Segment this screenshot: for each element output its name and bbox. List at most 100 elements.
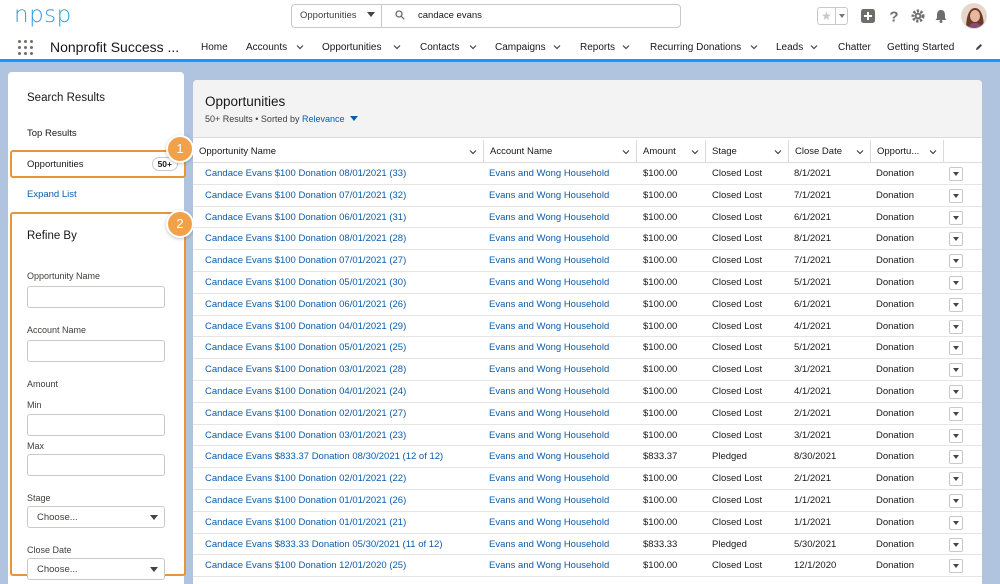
- chevron-down-icon[interactable]: [553, 43, 561, 51]
- row-actions-button[interactable]: [949, 472, 963, 487]
- chevron-down-icon[interactable]: [750, 43, 758, 51]
- chevron-down-icon[interactable]: [622, 43, 630, 51]
- amount-min-field[interactable]: [27, 414, 165, 436]
- account-name-link[interactable]: Evans and Wong Household: [489, 408, 609, 419]
- sort-field-button[interactable]: Relevance: [302, 114, 358, 124]
- opportunity-name-link[interactable]: Candace Evans $100 Donation 02/01/2021 (…: [205, 408, 406, 419]
- account-name-link[interactable]: Evans and Wong Household: [489, 190, 609, 201]
- column-header-stage[interactable]: Stage: [706, 140, 789, 163]
- chevron-down-icon[interactable]: [393, 43, 401, 51]
- stage-select[interactable]: Choose...: [27, 506, 165, 528]
- account-name-link[interactable]: Evans and Wong Household: [489, 560, 609, 571]
- account-name-link[interactable]: Evans and Wong Household: [489, 386, 609, 397]
- bell-icon[interactable]: [933, 8, 949, 24]
- row-actions-button[interactable]: [949, 297, 963, 312]
- nav-item-accounts[interactable]: Accounts: [246, 42, 287, 53]
- nav-item-leads[interactable]: Leads: [776, 42, 803, 53]
- account-name-link[interactable]: Evans and Wong Household: [489, 233, 609, 244]
- app-launcher-icon[interactable]: [18, 40, 34, 56]
- account-name-link[interactable]: Evans and Wong Household: [489, 451, 609, 462]
- account-name-link[interactable]: Evans and Wong Household: [489, 517, 609, 528]
- opportunity-name-link[interactable]: Candace Evans $833.33 Donation 05/30/202…: [205, 539, 443, 550]
- account-name-link[interactable]: Evans and Wong Household: [489, 277, 609, 288]
- opportunity-name-link[interactable]: Candace Evans $100 Donation 08/01/2021 (…: [205, 168, 406, 179]
- gear-icon[interactable]: [910, 8, 926, 24]
- account-name-link[interactable]: Evans and Wong Household: [489, 495, 609, 506]
- opportunity-name-link[interactable]: Candace Evans $100 Donation 01/01/2021 (…: [205, 517, 406, 528]
- account-name-link[interactable]: Evans and Wong Household: [489, 430, 609, 441]
- row-actions-button[interactable]: [949, 363, 963, 378]
- close-date-select[interactable]: Choose...: [27, 558, 165, 580]
- chevron-down-icon[interactable]: [296, 43, 304, 51]
- account-name-link[interactable]: Evans and Wong Household: [489, 342, 609, 353]
- account-name-link[interactable]: Evans and Wong Household: [489, 255, 609, 266]
- nav-item-contacts[interactable]: Contacts: [420, 42, 459, 53]
- nav-item-recurring-donations[interactable]: Recurring Donations: [650, 42, 741, 53]
- account-name-link[interactable]: Evans and Wong Household: [489, 321, 609, 332]
- nav-item-getting-started[interactable]: Getting Started: [887, 42, 954, 53]
- chevron-down-icon[interactable]: [810, 43, 818, 51]
- account-name-link[interactable]: Evans and Wong Household: [489, 364, 609, 375]
- nav-item-chatter[interactable]: Chatter: [838, 42, 871, 53]
- chevron-down-icon[interactable]: [469, 148, 477, 156]
- opportunity-name-link[interactable]: Candace Evans $833.37 Donation 08/30/202…: [205, 451, 443, 462]
- account-name-link[interactable]: Evans and Wong Household: [489, 539, 609, 550]
- opportunity-name-link[interactable]: Candace Evans $100 Donation 03/01/2021 (…: [205, 430, 406, 441]
- row-actions-button[interactable]: [949, 341, 963, 356]
- opportunity-name-link[interactable]: Candace Evans $100 Donation 08/01/2021 (…: [205, 233, 406, 244]
- search-scope-select[interactable]: Opportunities: [292, 5, 382, 27]
- chevron-down-icon[interactable]: [622, 148, 630, 156]
- chevron-down-icon[interactable]: [469, 43, 477, 51]
- opportunity-name-link[interactable]: Candace Evans $100 Donation 12/01/2020 (…: [205, 560, 406, 571]
- opportunity-name-link[interactable]: Candace Evans $100 Donation 06/01/2021 (…: [205, 299, 406, 310]
- account-name-link[interactable]: Evans and Wong Household: [489, 168, 609, 179]
- npsp-logo[interactable]: npsp: [14, 2, 72, 28]
- row-actions-button[interactable]: [949, 188, 963, 203]
- sidebar-item-opportunities[interactable]: Opportunities 50+: [10, 150, 186, 178]
- column-header-account-name[interactable]: Account Name: [484, 140, 637, 163]
- account-name-link[interactable]: Evans and Wong Household: [489, 212, 609, 223]
- row-actions-button[interactable]: [949, 232, 963, 247]
- row-actions-button[interactable]: [949, 385, 963, 399]
- favorites-button[interactable]: ★: [817, 7, 848, 25]
- account-name-field[interactable]: [27, 340, 165, 362]
- opportunity-name-link[interactable]: Candace Evans $100 Donation 04/01/2021 (…: [205, 321, 406, 332]
- row-actions-button[interactable]: [949, 319, 963, 334]
- nav-item-campaigns[interactable]: Campaigns: [495, 42, 546, 53]
- chevron-down-icon[interactable]: [929, 148, 937, 156]
- row-actions-button[interactable]: [949, 515, 963, 530]
- chevron-down-icon[interactable]: [856, 148, 864, 156]
- user-avatar[interactable]: [961, 3, 987, 29]
- chevron-down-icon[interactable]: [774, 148, 782, 156]
- chevron-down-icon[interactable]: [691, 148, 699, 156]
- opportunity-name-link[interactable]: Candace Evans $100 Donation 06/01/2021 (…: [205, 212, 406, 223]
- opportunity-name-link[interactable]: Candace Evans $100 Donation 03/01/2021 (…: [205, 364, 406, 375]
- help-icon[interactable]: ?: [886, 8, 902, 25]
- row-actions-button[interactable]: [949, 167, 963, 181]
- opportunity-name-link[interactable]: Candace Evans $100 Donation 05/01/2021 (…: [205, 342, 406, 353]
- row-actions-button[interactable]: [949, 559, 963, 574]
- row-actions-button[interactable]: [949, 276, 963, 290]
- account-name-link[interactable]: Evans and Wong Household: [489, 473, 609, 484]
- row-actions-button[interactable]: [949, 428, 963, 443]
- sidebar-item-top-results[interactable]: Top Results: [27, 128, 77, 139]
- opportunity-name-link[interactable]: Candace Evans $100 Donation 07/01/2021 (…: [205, 255, 406, 266]
- opportunity-name-link[interactable]: Candace Evans $100 Donation 01/01/2021 (…: [205, 495, 406, 506]
- row-actions-button[interactable]: [949, 537, 963, 552]
- opportunity-name-field[interactable]: [27, 286, 165, 308]
- add-icon[interactable]: [860, 8, 876, 24]
- row-actions-button[interactable]: [949, 450, 963, 465]
- search-input[interactable]: candace evans: [418, 10, 482, 21]
- expand-list-link[interactable]: Expand List: [27, 189, 77, 200]
- row-actions-button[interactable]: [949, 494, 963, 508]
- opportunity-name-link[interactable]: Candace Evans $100 Donation 04/01/2021 (…: [205, 386, 406, 397]
- pencil-icon[interactable]: [975, 43, 983, 51]
- column-header-close-date[interactable]: Close Date: [789, 140, 871, 163]
- opportunity-name-link[interactable]: Candace Evans $100 Donation 05/01/2021 (…: [205, 277, 406, 288]
- nav-item-reports[interactable]: Reports: [580, 42, 615, 53]
- row-actions-button[interactable]: [949, 254, 963, 269]
- column-header-opportunity-type[interactable]: Opportu...: [871, 140, 944, 163]
- row-actions-button[interactable]: [949, 210, 963, 225]
- opportunity-name-link[interactable]: Candace Evans $100 Donation 07/01/2021 (…: [205, 190, 406, 201]
- nav-item-home[interactable]: Home: [201, 42, 228, 53]
